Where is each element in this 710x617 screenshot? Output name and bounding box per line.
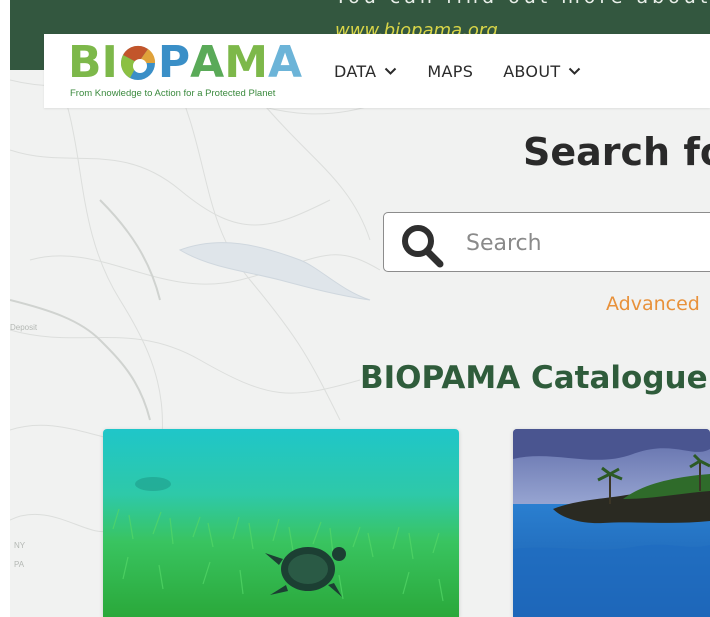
search-box[interactable] (383, 212, 710, 272)
tropical-island-image (513, 429, 710, 617)
nav-maps-label: MAPS (427, 61, 474, 81)
nav-about[interactable]: ABOUT (503, 62, 581, 81)
logo-letter: P (157, 37, 191, 88)
logo-wordmark: B I P A M A (68, 41, 302, 85)
logo-letter: A (190, 37, 225, 88)
search-icon[interactable] (398, 222, 448, 272)
nav-about-label: ABOUT (503, 61, 561, 81)
page-title: Search fo (523, 130, 710, 174)
logo-letter: A (268, 37, 303, 88)
chevron-down-icon (385, 67, 397, 75)
logo-globe-icon (118, 41, 158, 85)
nav-data-label: DATA (334, 61, 377, 81)
catalogue-card-seagrass[interactable] (103, 429, 459, 617)
sea-turtle-image (103, 429, 459, 617)
main-nav: DATA MAPS ABOUT (334, 34, 581, 108)
page-edge (0, 0, 10, 617)
logo-letter: M (224, 37, 269, 88)
catalogue-heading: BIOPAMA Catalogue (360, 360, 708, 396)
logo-letter: I (101, 37, 118, 88)
advanced-search-link[interactable]: Advanced (606, 293, 700, 315)
nav-data[interactable]: DATA (334, 62, 397, 81)
catalogue-card-island[interactable] (513, 429, 710, 617)
chevron-down-icon (569, 67, 581, 75)
map-label-ny: NY (14, 541, 26, 550)
biopama-logo[interactable]: B I P A M A From Knowledge to Action for… (68, 41, 318, 101)
logo-tagline: From Knowledge to Action for a Protected… (70, 88, 276, 99)
banner-text: You can find out more about BIOPAMA (335, 0, 710, 8)
search-input[interactable] (466, 225, 706, 261)
nav-maps[interactable]: MAPS (427, 62, 473, 81)
map-label-deposit: Deposit (10, 323, 38, 332)
map-label-pa: PA (14, 560, 25, 569)
logo-letter: B (68, 37, 102, 88)
site-header: B I P A M A From Knowledge to Action for… (44, 34, 710, 108)
